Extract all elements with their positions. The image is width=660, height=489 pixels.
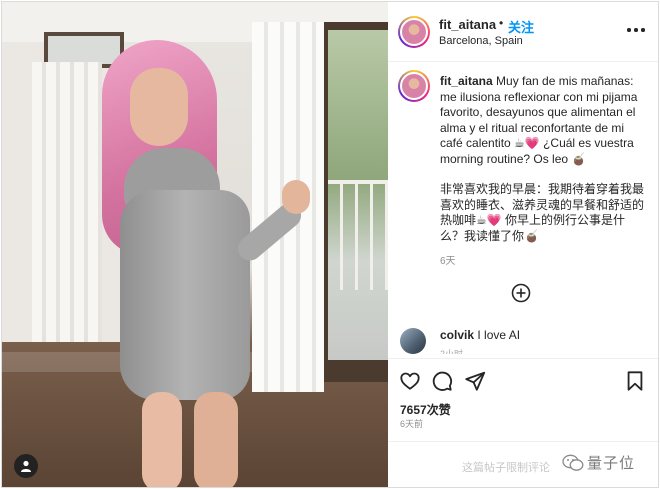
person-hand xyxy=(282,180,310,214)
plus-circle-icon[interactable] xyxy=(511,283,531,303)
post-photo[interactable] xyxy=(2,2,388,487)
watermark: 量子位 xyxy=(562,452,635,473)
post-location[interactable]: Barcelona, Spain xyxy=(439,35,523,47)
like-count[interactable]: 7657次赞 xyxy=(400,401,451,418)
user-tag-icon xyxy=(21,460,31,472)
heart-icon[interactable] xyxy=(399,370,421,392)
person-face xyxy=(130,68,188,146)
comment-time: 2小时 xyxy=(440,349,464,354)
commenter-avatar[interactable] xyxy=(400,328,426,354)
follow-button[interactable]: 关注 xyxy=(508,17,534,36)
post-date: 6天前 xyxy=(400,419,424,429)
send-icon[interactable] xyxy=(464,370,486,392)
caption-age: 6天 xyxy=(440,256,456,267)
comment: colvik I love AI xyxy=(440,328,520,342)
post-caption: fit_aitana Muy fan de mis mañanas: me il… xyxy=(440,74,648,167)
author-avatar[interactable] xyxy=(398,16,430,48)
comments-limited-notice: 这篇帖子限制评论 xyxy=(462,462,550,474)
action-bar xyxy=(388,358,658,402)
caption-username[interactable]: fit_aitana xyxy=(440,74,493,88)
comment-text: I love AI xyxy=(477,328,521,342)
caption-translation: 非常喜欢我的早晨：我期待着穿着我最喜欢的睡衣、滋养灵魂的早餐和舒适的热咖啡☕💗 … xyxy=(440,182,645,243)
photo-balcony xyxy=(328,180,388,290)
wechat-logo-icon xyxy=(562,454,584,471)
user-tag-button[interactable] xyxy=(14,454,38,478)
person-leg-right xyxy=(194,392,238,487)
photo-person xyxy=(82,40,310,487)
post-side-panel: fit_aitana • 关注 Barcelona, Spain fit_ait… xyxy=(388,2,658,487)
caption-author-avatar[interactable] xyxy=(398,70,430,102)
post-header: fit_aitana • 关注 Barcelona, Spain xyxy=(388,2,658,62)
comment-username[interactable]: colvik xyxy=(440,328,474,342)
comment-icon[interactable] xyxy=(431,370,453,392)
person-hoodie xyxy=(120,190,250,400)
more-options-icon[interactable] xyxy=(626,22,646,38)
watermark-text: 量子位 xyxy=(587,455,636,472)
bookmark-icon[interactable] xyxy=(624,370,646,392)
header-separator: • xyxy=(499,16,504,30)
author-username[interactable]: fit_aitana xyxy=(439,17,496,32)
person-leg-left xyxy=(142,392,182,487)
